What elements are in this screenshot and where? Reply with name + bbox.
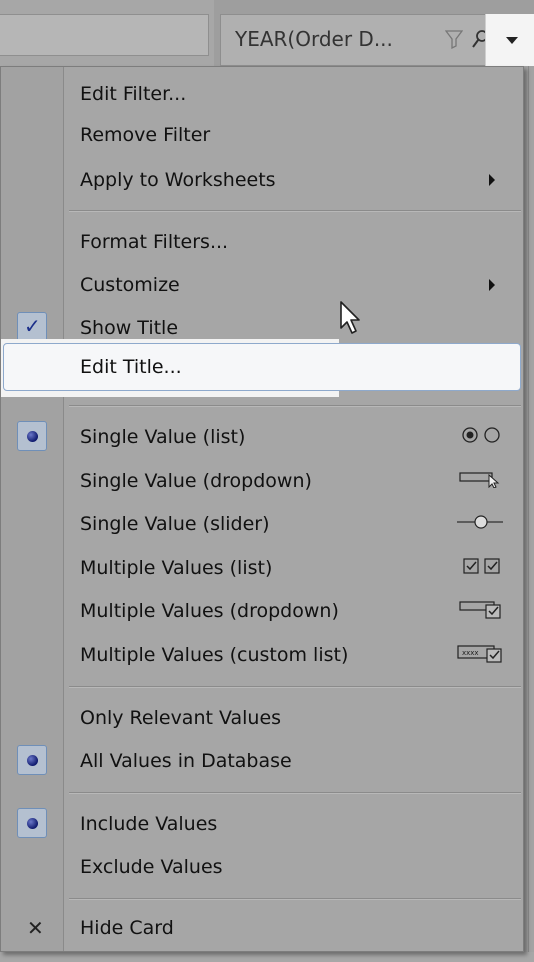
checkmark-icon: ✓ [17,312,47,342]
menu-item-label: Edit Filter... [80,83,187,105]
menu-item-label: Multiple Values (dropdown) [80,600,339,622]
menu-separator [69,898,521,900]
custom-list-icon: xxxx [457,643,503,667]
menu-item-label: Single Value (slider) [80,513,270,535]
menu-item-only-relevant-values[interactable]: Only Relevant Values [1,695,523,741]
menu-item-edit-filter[interactable]: Edit Filter... [1,71,523,117]
menu-item-label: Edit Title... [80,356,182,378]
menu-separator [69,405,521,407]
menu-item-label: Format Filters... [80,231,229,253]
menu-item-label: Multiple Values (list) [80,557,273,579]
menu-item-single-value-list[interactable]: Single Value (list) [1,414,523,460]
menu-item-include-values[interactable]: Include Values [1,801,523,847]
menu-item-label: Customize [80,274,180,296]
slider-icon [457,513,503,535]
selected-dot-icon [17,808,47,838]
menu-item-multiple-values-dropdown[interactable]: Multiple Values (dropdown) [1,588,523,634]
menu-item-label: Show Title [80,317,179,339]
selected-dot-icon [17,745,47,775]
menu-item-label: Apply to Worksheets [80,169,276,191]
dropdown-pointer-icon [459,470,503,492]
dropdown-arrow-icon [506,37,518,44]
mouse-cursor-icon [339,300,365,340]
checkbox-pair-icon [463,557,503,579]
bottom-strip [0,952,534,962]
filter-card-menu-button[interactable] [485,14,534,67]
dropdown-checkbox-icon [459,599,503,623]
menu-item-label: Single Value (dropdown) [80,470,312,492]
menu-item-edit-title[interactable]: Edit Title... [1,344,523,390]
menu-item-multiple-values-custom-list[interactable]: Multiple Values (custom list) xxxx [1,632,523,678]
filter-card-title: YEAR(Order D... [235,27,393,51]
menu-item-multiple-values-list[interactable]: Multiple Values (list) [1,545,523,591]
menu-item-format-filters[interactable]: Format Filters... [1,219,523,265]
menu-item-label: All Values in Database [80,750,292,772]
radio-pair-icon [461,426,503,448]
menu-item-exclude-values[interactable]: Exclude Values [1,844,523,890]
adjacent-field [0,14,209,56]
submenu-arrow-icon [489,279,495,291]
menu-item-label: Hide Card [80,917,174,939]
menu-item-label: Multiple Values (custom list) [80,644,349,666]
menu-separator [69,686,521,688]
menu-item-apply-to-worksheets[interactable]: Apply to Worksheets [1,157,523,203]
menu-item-label: Exclude Values [80,856,223,878]
selected-dot-icon [17,421,47,451]
menu-item-customize[interactable]: Customize [1,262,523,308]
menu-item-label: Only Relevant Values [80,707,282,729]
submenu-arrow-icon [489,174,495,186]
menu-separator [69,792,521,794]
menu-item-single-value-slider[interactable]: Single Value (slider) [1,501,523,547]
menu-item-remove-filter[interactable]: Remove Filter [1,112,523,158]
menu-item-all-values-in-database[interactable]: All Values in Database [1,738,523,784]
menu-item-hide-card[interactable]: ✕ Hide Card [1,905,523,951]
svg-text:xxxx: xxxx [462,649,479,657]
filter-funnel-icon[interactable] [444,29,464,53]
menu-item-single-value-dropdown[interactable]: Single Value (dropdown) [1,458,523,504]
menu-item-label: Include Values [80,813,218,835]
filter-context-menu: Edit Filter... Remove Filter Apply to Wo… [0,66,524,952]
filter-card-header[interactable]: YEAR(Order D... [220,14,534,67]
menu-item-label: Remove Filter [80,124,211,146]
close-icon: ✕ [27,916,44,940]
menu-separator [69,210,521,212]
menu-item-label: Single Value (list) [80,426,246,448]
